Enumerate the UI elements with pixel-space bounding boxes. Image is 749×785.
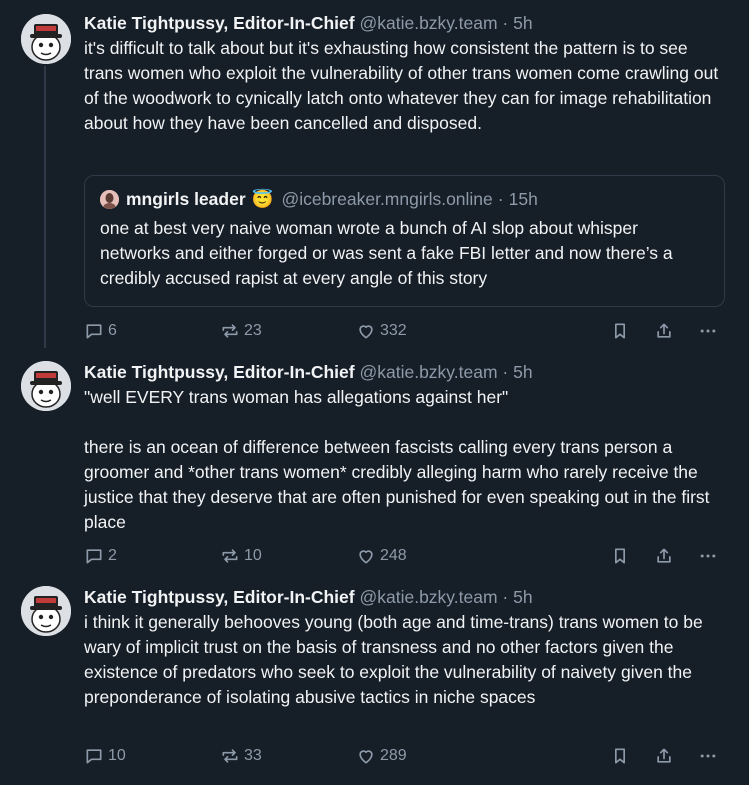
post-header: Katie Tightpussy, Editor-In-Chief @katie… (84, 361, 731, 383)
repost-count: 23 (244, 322, 262, 339)
share-icon (657, 323, 671, 338)
post-actions: 6 23 332 (84, 321, 724, 345)
post-text: "well EVERY trans woman has allegations … (84, 387, 710, 532)
repost-count: 10 (244, 547, 262, 564)
reply-button[interactable]: 6 (84, 321, 117, 341)
speech-bubble-icon (86, 749, 102, 764)
share-icon (657, 748, 671, 763)
post-timestamp[interactable]: 5h (513, 587, 532, 607)
reply-count: 10 (108, 747, 126, 764)
quoted-timestamp[interactable]: 15h (509, 188, 538, 210)
ellipsis-icon (700, 754, 716, 758)
quoted-post-text: one at best very naive woman wrote a bun… (100, 218, 673, 288)
avatar-cartoon-icon (21, 361, 71, 411)
separator-dot: · (502, 587, 509, 607)
repost-arrows-icon (222, 549, 238, 563)
separator-dot: · (502, 362, 509, 382)
like-button[interactable]: 248 (356, 546, 407, 566)
author-handle[interactable]: @katie.bzky.team (359, 362, 497, 382)
more-options-button[interactable] (698, 546, 718, 571)
reply-count: 2 (108, 547, 117, 564)
halo-emoji-icon: 😇 (251, 189, 274, 209)
share-icon (657, 548, 671, 563)
quoted-author-name[interactable]: mngirls leader (126, 188, 246, 210)
more-options-button[interactable] (698, 746, 718, 771)
author-handle[interactable]: @katie.bzky.team (359, 587, 497, 607)
author-name[interactable]: Katie Tightpussy, Editor-In-Chief (84, 13, 355, 33)
bookmark-button[interactable] (610, 546, 630, 571)
quoted-post[interactable]: mngirls leader 😇 @icebreaker.mngirls.onl… (84, 175, 725, 307)
author-handle[interactable]: @katie.bzky.team (359, 13, 497, 33)
ellipsis-icon (700, 329, 716, 333)
avatar[interactable] (21, 361, 71, 411)
repost-button[interactable]: 10 (220, 546, 262, 566)
author-name[interactable]: Katie Tightpussy, Editor-In-Chief (84, 362, 355, 382)
bookmark-icon (615, 748, 625, 764)
like-button[interactable]: 332 (356, 321, 407, 341)
like-count: 248 (380, 547, 407, 564)
avatar[interactable] (21, 14, 71, 64)
separator-dot: · (502, 13, 509, 33)
repost-count: 33 (244, 747, 262, 764)
quoted-avatar-icon (100, 189, 119, 209)
share-button[interactable] (654, 746, 674, 771)
quoted-author-handle[interactable]: @icebreaker.mngirls.online (281, 188, 492, 210)
repost-button[interactable]: 23 (220, 321, 262, 341)
repost-button[interactable]: 33 (220, 746, 262, 766)
post-actions: 2 10 248 (84, 546, 724, 570)
share-button[interactable] (654, 546, 674, 571)
post-header: Katie Tightpussy, Editor-In-Chief @katie… (84, 12, 731, 34)
more-options-button[interactable] (698, 321, 718, 346)
thread-connector-line (44, 66, 46, 348)
like-count: 289 (380, 747, 407, 764)
ellipsis-icon (700, 554, 716, 558)
like-button[interactable]: 289 (356, 746, 407, 766)
bookmark-button[interactable] (610, 321, 630, 346)
avatar-cartoon-icon (21, 14, 71, 64)
post-actions: 10 33 289 (84, 746, 724, 770)
reply-button[interactable]: 10 (84, 746, 126, 766)
speech-bubble-icon (86, 549, 102, 564)
bookmark-button[interactable] (610, 746, 630, 771)
share-button[interactable] (654, 321, 674, 346)
avatar[interactable] (21, 586, 71, 636)
heart-icon (359, 325, 373, 339)
post-text: i think it generally behooves young (bot… (84, 612, 708, 707)
avatar-cartoon-icon (21, 586, 71, 636)
post-timestamp[interactable]: 5h (513, 362, 532, 382)
reply-button[interactable]: 2 (84, 546, 117, 566)
repost-arrows-icon (222, 324, 238, 338)
quoted-post-header: mngirls leader 😇 @icebreaker.mngirls.onl… (100, 188, 709, 210)
post-text: it's difficult to talk about but it's ex… (84, 38, 724, 133)
quoted-avatar (100, 189, 119, 209)
speech-bubble-icon (86, 324, 102, 339)
post-header: Katie Tightpussy, Editor-In-Chief @katie… (84, 586, 731, 608)
author-name[interactable]: Katie Tightpussy, Editor-In-Chief (84, 587, 355, 607)
repost-arrows-icon (222, 749, 238, 763)
reply-count: 6 (108, 322, 117, 339)
heart-icon (359, 550, 373, 564)
post-timestamp[interactable]: 5h (513, 13, 532, 33)
bookmark-icon (615, 548, 625, 564)
bookmark-icon (615, 323, 625, 339)
like-count: 332 (380, 322, 407, 339)
heart-icon (359, 750, 373, 764)
separator-dot: · (497, 189, 504, 209)
